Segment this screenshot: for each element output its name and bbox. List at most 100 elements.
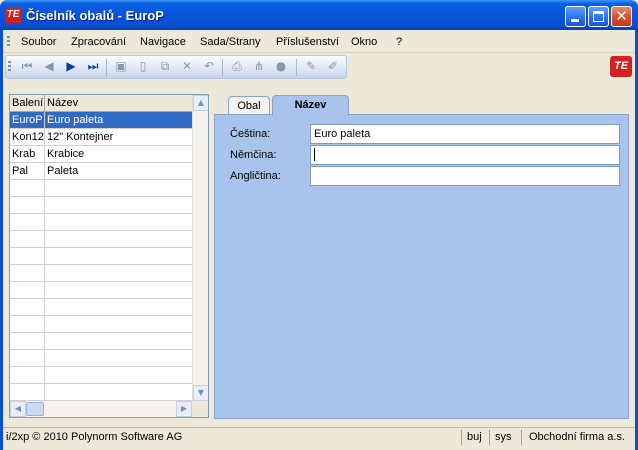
edit-icon[interactable]: ✎	[302, 59, 320, 76]
empty-row[interactable]	[10, 350, 192, 367]
scroll-right-icon[interactable]: ▶	[176, 401, 192, 417]
delete-icon[interactable]: ✕	[178, 59, 196, 76]
empty-row[interactable]	[10, 265, 192, 282]
cell-code[interactable]	[10, 316, 45, 332]
empty-row[interactable]	[10, 282, 192, 299]
empty-row[interactable]	[10, 333, 192, 350]
cell-code[interactable]	[10, 197, 45, 213]
undo-icon[interactable]: ↶	[200, 59, 218, 76]
menu-zpracovani[interactable]: Zpracování	[71, 36, 126, 48]
menu-sada-strany[interactable]: Sada/Strany	[200, 36, 261, 48]
cell-code[interactable]: Kon12	[10, 129, 45, 145]
empty-row[interactable]	[10, 197, 192, 214]
cell-code[interactable]	[10, 231, 45, 247]
scroll-down-icon[interactable]: ▼	[193, 385, 208, 401]
status-separator	[489, 430, 490, 445]
packaging-grid[interactable]: Balení Název EuroP Euro paleta Kon12 12"…	[9, 94, 209, 418]
corporate-logo-icon[interactable]: TE	[610, 56, 632, 77]
cell-code[interactable]	[10, 214, 45, 230]
cell-code[interactable]	[10, 282, 45, 298]
app-logo-icon[interactable]: TE	[5, 7, 21, 23]
menu-grip-icon[interactable]	[7, 36, 10, 48]
scroll-up-icon[interactable]: ▲	[193, 95, 208, 111]
menu-okno[interactable]: Okno	[351, 36, 377, 48]
cell-name[interactable]	[45, 384, 192, 400]
cell-code[interactable]: Krab	[10, 146, 45, 162]
cell-name[interactable]	[45, 265, 192, 281]
empty-row[interactable]	[10, 299, 192, 316]
menu-navigace[interactable]: Navigace	[140, 36, 186, 48]
cell-name[interactable]	[45, 367, 192, 383]
new-icon[interactable]: ▯	[134, 59, 152, 76]
table-row[interactable]: Krab Krabice	[10, 146, 192, 163]
cell-code[interactable]	[10, 333, 45, 349]
cell-name[interactable]	[45, 350, 192, 366]
title-bar[interactable]: TE Číselník obalů - EuroP ✕	[0, 0, 638, 30]
tab-obal[interactable]: Obal	[228, 96, 270, 115]
copy-icon[interactable]: ⧉	[156, 59, 174, 76]
grid-body: EuroP Euro paleta Kon12 12" Kontejner Kr…	[10, 112, 192, 401]
empty-row[interactable]	[10, 248, 192, 265]
cell-code[interactable]	[10, 248, 45, 264]
cell-code[interactable]	[10, 299, 45, 315]
horizontal-scrollbar[interactable]: ◀ ▶	[10, 401, 192, 417]
cell-code[interactable]	[10, 265, 45, 281]
empty-row[interactable]	[10, 231, 192, 248]
cell-name[interactable]: Paleta	[45, 163, 192, 179]
cell-name[interactable]	[45, 316, 192, 332]
maximize-button[interactable]	[588, 6, 609, 27]
cell-code[interactable]: Pal	[10, 163, 45, 179]
table-row[interactable]: Pal Paleta	[10, 163, 192, 180]
tab-nazev[interactable]: Název	[272, 95, 349, 116]
column-header-baleni[interactable]: Balení	[10, 95, 45, 112]
cell-name[interactable]: Krabice	[45, 146, 192, 162]
scroll-left-icon[interactable]: ◀	[10, 401, 26, 417]
cell-name[interactable]	[45, 214, 192, 230]
cell-code[interactable]	[10, 367, 45, 383]
cell-name[interactable]: Euro paleta	[45, 112, 192, 128]
print-icon[interactable]: ⎙	[228, 59, 246, 76]
cell-name[interactable]	[45, 248, 192, 264]
horizontal-scroll-thumb[interactable]	[26, 402, 44, 416]
nemcina-field[interactable]	[310, 145, 620, 165]
cell-name[interactable]	[45, 231, 192, 247]
anglictina-field[interactable]	[310, 166, 620, 186]
cell-name[interactable]	[45, 197, 192, 213]
next-record-icon[interactable]: ▶	[62, 59, 80, 76]
empty-row[interactable]	[10, 214, 192, 231]
cell-code[interactable]	[10, 350, 45, 366]
vertical-scrollbar[interactable]: ▲ ▼	[192, 95, 208, 401]
tree-icon[interactable]: ⋔	[250, 59, 268, 76]
cell-code[interactable]	[10, 180, 45, 196]
table-row[interactable]: Kon12 12" Kontejner	[10, 129, 192, 146]
cell-code[interactable]: EuroP	[10, 112, 45, 128]
cell-code[interactable]	[10, 384, 45, 400]
eraser-icon[interactable]: ✐	[324, 59, 342, 76]
text-caret	[314, 148, 315, 161]
cell-name[interactable]	[45, 299, 192, 315]
cell-name[interactable]	[45, 180, 192, 196]
cestina-field[interactable]: Euro paleta	[310, 124, 620, 144]
close-button[interactable]: ✕	[611, 6, 632, 27]
record-icon[interactable]: ●	[272, 59, 290, 76]
first-record-icon[interactable]: ⏮	[18, 59, 36, 76]
minimize-button[interactable]	[565, 6, 586, 27]
cell-name[interactable]	[45, 333, 192, 349]
menu-help[interactable]: ?	[396, 36, 402, 48]
empty-row[interactable]	[10, 180, 192, 197]
empty-row[interactable]	[10, 384, 192, 401]
save-icon[interactable]: ▣	[112, 59, 130, 76]
toolbar-separator	[222, 59, 223, 76]
empty-row[interactable]	[10, 367, 192, 384]
status-company: Obchodní firma a.s.	[529, 431, 625, 443]
toolbar-grip-icon[interactable]	[8, 61, 11, 73]
last-record-icon[interactable]: ⏭	[84, 59, 102, 76]
menu-soubor[interactable]: Soubor	[21, 36, 56, 48]
cell-name[interactable]: 12" Kontejner	[45, 129, 192, 145]
cell-name[interactable]	[45, 282, 192, 298]
column-header-nazev[interactable]: Název	[45, 95, 192, 112]
previous-record-icon[interactable]: ◀	[40, 59, 58, 76]
table-row[interactable]: EuroP Euro paleta	[10, 112, 192, 129]
empty-row[interactable]	[10, 316, 192, 333]
menu-prislusenstvi[interactable]: Příslušenství	[276, 36, 339, 48]
